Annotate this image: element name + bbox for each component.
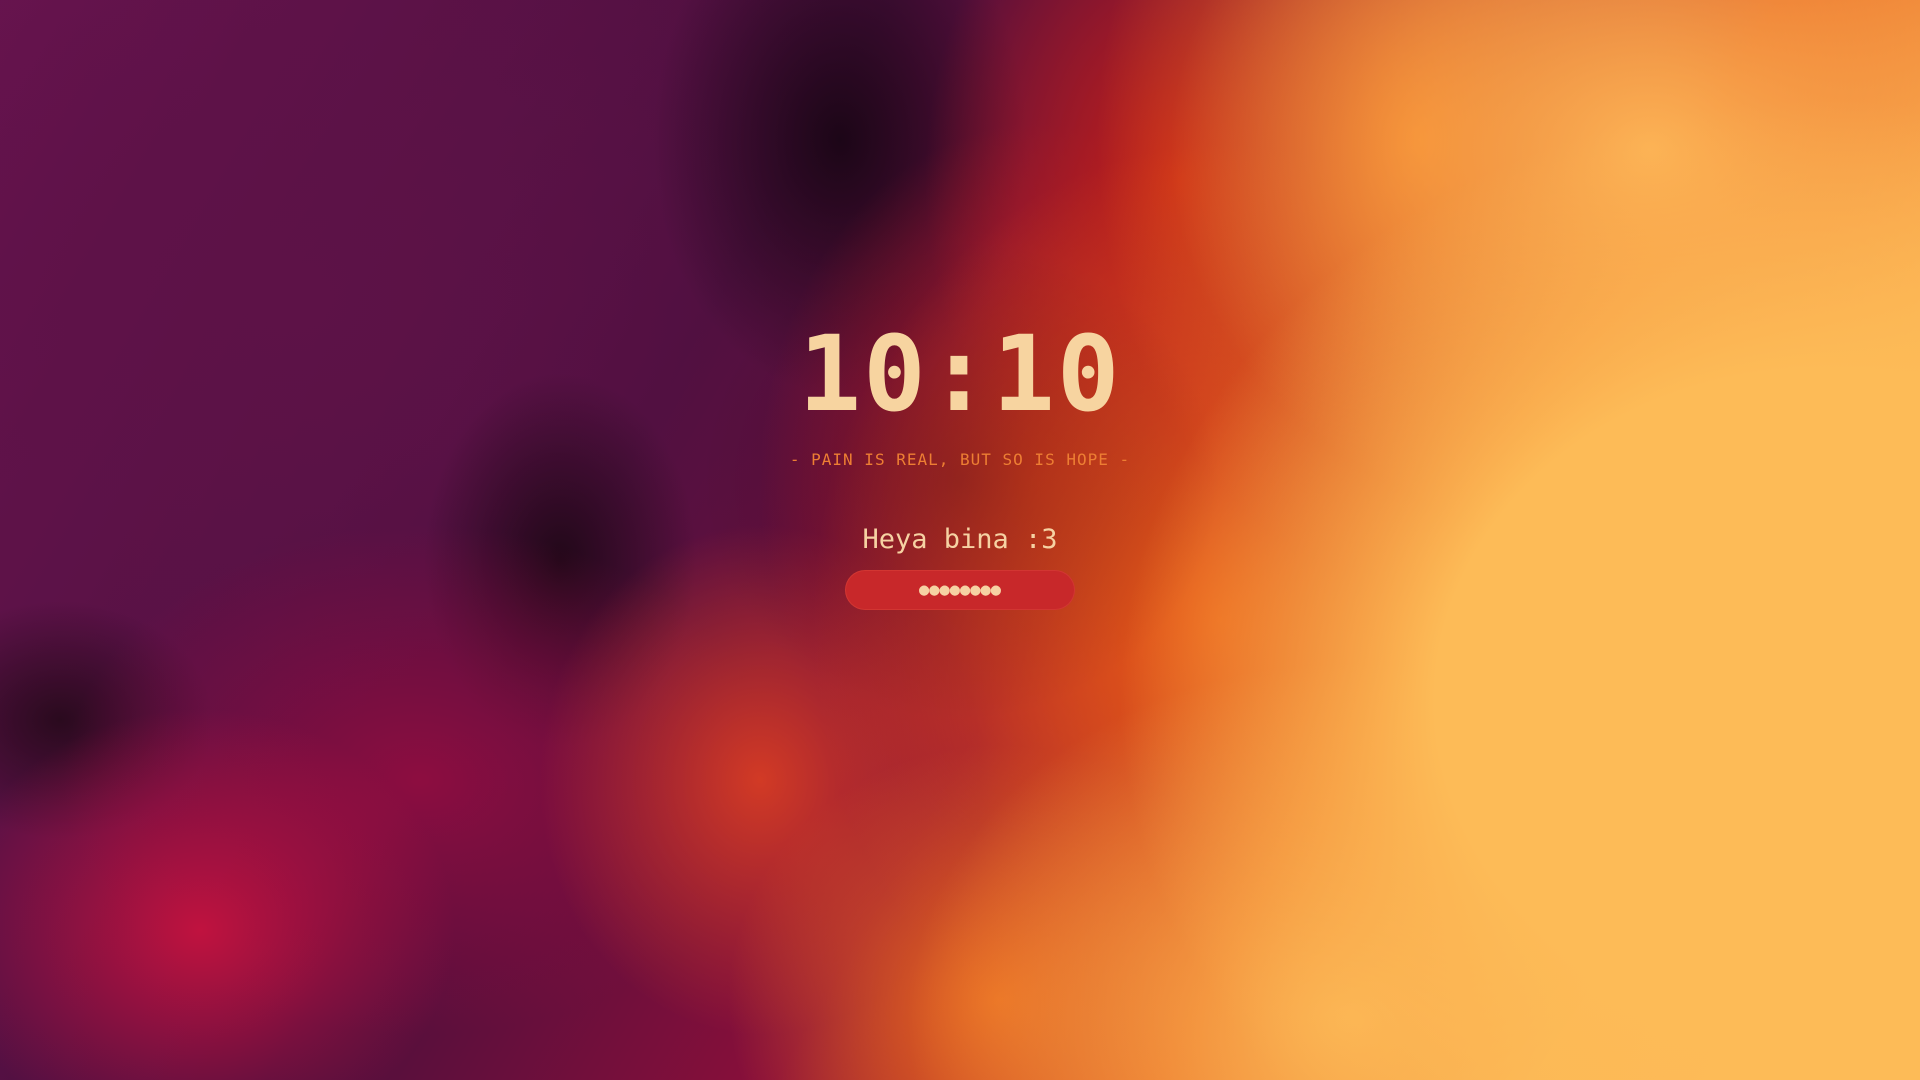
user-greeting: Heya bina :3 <box>862 524 1058 555</box>
password-mask: ●●●●●●●● <box>919 580 1001 600</box>
password-input[interactable]: ●●●●●●●● <box>845 570 1075 610</box>
clock: 10:10 <box>798 313 1122 435</box>
motivational-quote: - PAIN IS REAL, BUT SO IS HOPE - <box>789 450 1131 469</box>
